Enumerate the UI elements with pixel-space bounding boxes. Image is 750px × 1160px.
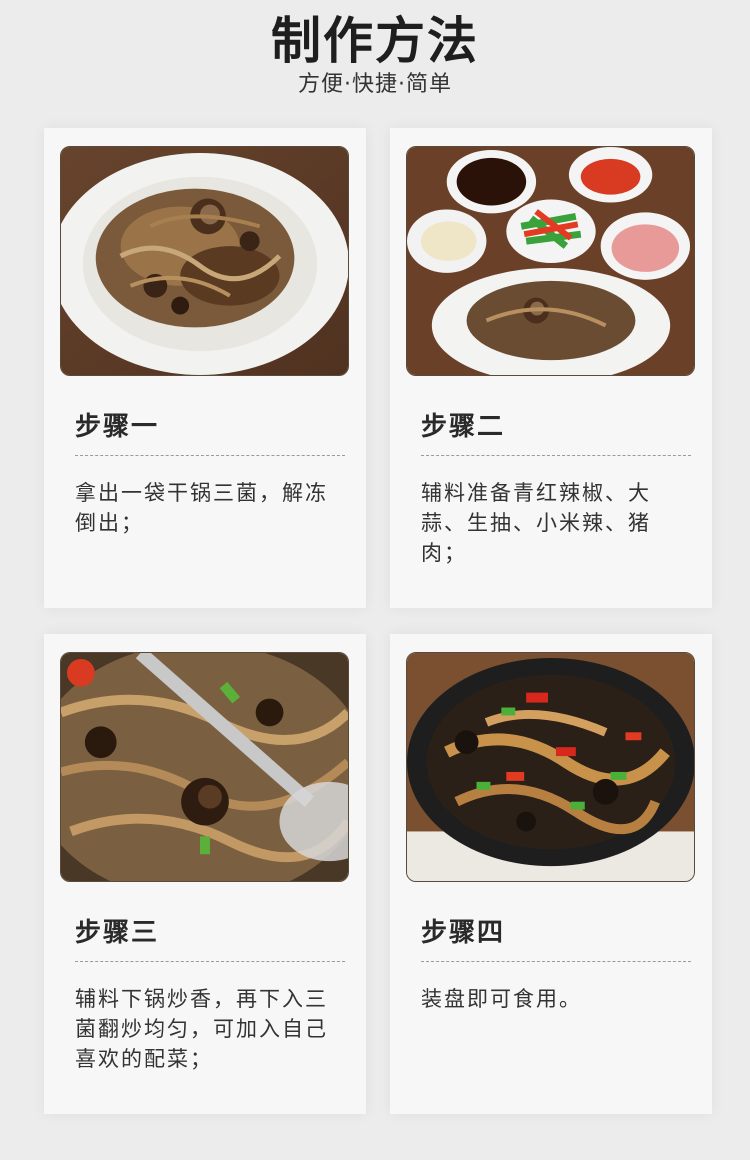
ingredients-bowls-image [406,146,695,376]
step-label: 步骤二 [421,412,506,442]
step-label: 步骤四 [421,918,506,948]
step-description: 装盘即可食用。 [421,987,582,1011]
step-label: 步骤三 [75,918,160,948]
divider [421,961,691,962]
finished-dish-in-pan-image [406,652,695,882]
stir-frying-in-wok-image [60,652,349,882]
step-description: 辅料下锅炒香，再下入三菌翻炒均匀，可加入自己喜欢的配菜； [75,987,328,1071]
divider [421,455,691,456]
step-card-3: 步骤三 辅料下锅炒香，再下入三菌翻炒均匀，可加入自己喜欢的配菜； [44,634,366,1114]
page-title: 制作方法 [271,12,479,70]
step-card-2: 步骤二 辅料准备青红辣椒、大蒜、生抽、小米辣、猪肉； [390,128,712,608]
step-description: 辅料准备青红辣椒、大蒜、生抽、小米辣、猪肉； [421,481,651,565]
plate-of-mushrooms-image [60,146,349,376]
divider [75,961,345,962]
step-card-1: 步骤一 拿出一袋干锅三菌，解冻倒出； [44,128,366,608]
page-subtitle: 方便·快捷·简单 [298,72,452,97]
step-card-4: 步骤四 装盘即可食用。 [390,634,712,1114]
divider [75,455,345,456]
step-description: 拿出一袋干锅三菌，解冻倒出； [75,481,328,535]
step-label: 步骤一 [75,412,160,442]
